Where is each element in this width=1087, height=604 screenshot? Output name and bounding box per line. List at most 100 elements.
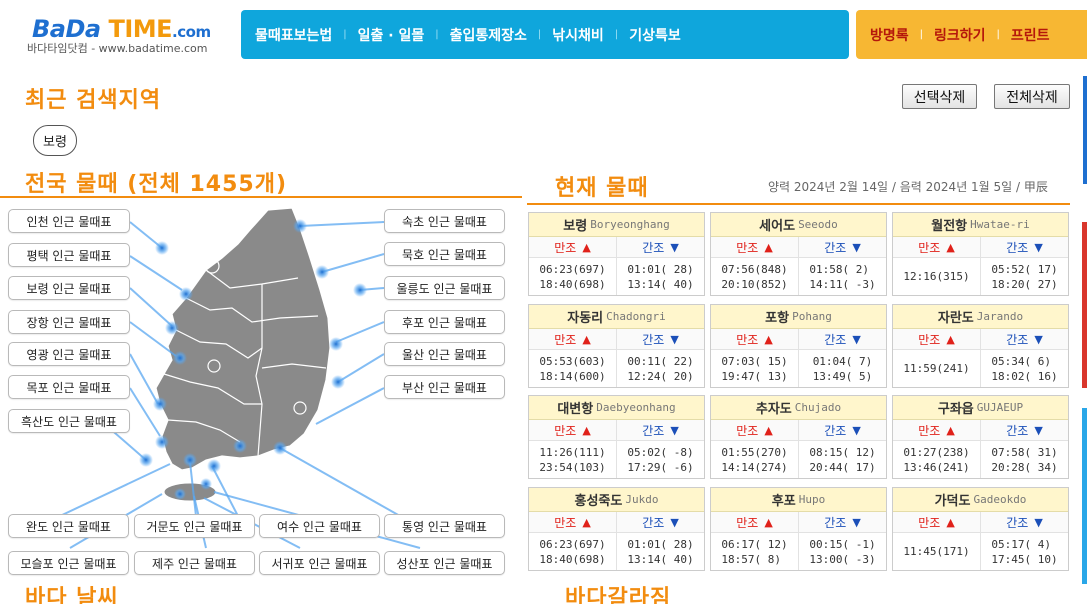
region-janghang-button[interactable]: 장항 인근 물때표 (8, 310, 130, 334)
low-tide-label: 간조 ▼ (980, 512, 1068, 532)
high-tide-times: 01:55(270) 14:14(274) (721, 445, 788, 474)
tide-card[interactable]: 월전항 Hwatae-ri 만조 ▲ 간조 ▼ 12:16(315) 05:52( 17) 1… (892, 212, 1069, 296)
region-sokcho-button[interactable]: 속초 인근 물때표 (384, 209, 505, 233)
region-yeosu-button[interactable]: 여수 인근 물때표 (259, 514, 380, 538)
nav-link[interactable]: 링크하기 (934, 25, 986, 45)
region-geomundo-button[interactable]: 거문도 인근 물때표 (134, 514, 255, 538)
region-hupo-button[interactable]: 후포 인근 물때표 (384, 310, 505, 334)
region-seongsanpo-button[interactable]: 성산포 인근 물때표 (384, 551, 505, 575)
low-tide-times: 05:52( 17) 18:20( 27) (980, 258, 1068, 295)
region-tongyeong-button[interactable]: 통영 인근 물때표 (384, 514, 505, 538)
region-mokpo-button[interactable]: 목포 인근 물때표 (8, 375, 130, 399)
region-ulsan-button[interactable]: 울산 인근 물때표 (384, 342, 505, 366)
region-moseulpo-button[interactable]: 모슬포 인근 물때표 (8, 551, 129, 575)
delete-all-button[interactable]: 전체삭제 (994, 84, 1070, 109)
tide-card[interactable]: 가덕도 Gadeokdo 만조 ▲ 간조 ▼ 11:45(171) 05:17( 4) 17:… (892, 487, 1069, 571)
nav-print[interactable]: 프린트 (1011, 25, 1050, 45)
low-tide-times: 08:15( 12) 20:44( 17) (798, 441, 886, 478)
nav-separator: | (996, 29, 1000, 40)
region-jeju-button[interactable]: 제주 인근 물때표 (134, 551, 255, 575)
up-arrow-icon: ▲ (946, 423, 955, 437)
main-nav: 물때표보는법 | 일출 · 일몰 | 출입통제장소 | 낚시채비 | 기상특보 (241, 10, 849, 59)
high-tide-label: 만조 ▲ (554, 515, 591, 530)
low-tide-label: 간조 ▼ (980, 237, 1068, 257)
region-seogwipo-button[interactable]: 서귀포 인근 물때표 (259, 551, 380, 575)
up-arrow-icon: ▲ (582, 515, 591, 529)
delete-selected-button[interactable]: 선택삭제 (902, 84, 977, 109)
nav-separator: | (919, 29, 924, 40)
high-tide-times: 11:26(111) 23:54(103) (539, 445, 606, 474)
nav-sunrise-sunset[interactable]: 일출 · 일몰 (358, 25, 425, 45)
tide-labels: 만조 ▲ 간조 ▼ (711, 512, 886, 533)
tide-card[interactable]: 추자도 Chujado 만조 ▲ 간조 ▼ 01:55(270) 14:14(274) 08:… (710, 395, 887, 479)
high-tide-label: 만조 ▲ (918, 423, 955, 438)
low-tide-label: 간조 ▼ (980, 420, 1068, 440)
up-arrow-icon: ▲ (946, 332, 955, 346)
region-wando-button[interactable]: 완도 인근 물때표 (8, 514, 129, 538)
station-name: 보령 (563, 219, 588, 234)
site-logo[interactable]: BaDa TIME.com 바다타임닷컴 - www.badatime.com (0, 9, 232, 59)
region-heuksando-button[interactable]: 흑산도 인근 물때표 (8, 409, 130, 433)
region-incheon-button[interactable]: 인천 인근 물때표 (8, 209, 130, 233)
station-english-name: Jarando (976, 310, 1024, 323)
down-arrow-icon: ▼ (1034, 240, 1043, 254)
region-mukho-button[interactable]: 묵호 인근 물때표 (384, 242, 505, 266)
region-busan-button[interactable]: 부산 인근 물때표 (384, 375, 505, 399)
region-yeonggwang-button[interactable]: 영광 인근 물때표 (8, 342, 130, 366)
station-name: 후포 (771, 494, 796, 509)
high-tide-label: 만조 ▲ (736, 515, 773, 530)
nav-separator: | (614, 29, 619, 40)
tide-values: 07:56(848) 20:10(852) 01:58( 2) 14:11( -3… (711, 258, 886, 295)
up-arrow-icon: ▲ (764, 240, 773, 254)
region-boryeong-button[interactable]: 보령 인근 물때표 (8, 276, 130, 300)
tide-card[interactable]: 후포 Hupo 만조 ▲ 간조 ▼ 06:17( 12) 18:57( 8) 00:15( -… (710, 487, 887, 571)
low-tide-times: 00:15( -1) 13:00( -3) (798, 533, 886, 570)
tide-card[interactable]: 자란도 Jarando 만조 ▲ 간조 ▼ 11:59(241) 05:34( 6) 18:0… (892, 304, 1069, 388)
tide-labels: 만조 ▲ 간조 ▼ (711, 329, 886, 350)
up-arrow-icon: ▲ (582, 423, 591, 437)
low-tide-label: 간조 ▼ (616, 420, 704, 440)
tide-card[interactable]: 대변항 Daebyeonhang 만조 ▲ 간조 ▼ 11:26(111) 23:54(10… (528, 395, 705, 479)
station-name: 대변항 (557, 402, 594, 417)
down-arrow-icon: ▼ (1034, 332, 1043, 346)
up-arrow-icon: ▲ (946, 240, 955, 254)
region-pyeongtaek-button[interactable]: 평택 인근 물때표 (8, 243, 130, 267)
nav-weather-alert[interactable]: 기상특보 (629, 25, 681, 45)
high-tide-times: 06:23(697) 18:40(698) (539, 537, 606, 566)
tide-card[interactable]: 포항 Pohang 만조 ▲ 간조 ▼ 07:03( 15) 19:47( 13) 01:04… (710, 304, 887, 388)
tide-labels: 만조 ▲ 간조 ▼ (529, 420, 704, 441)
tide-card-header: 홍성죽도 Jukdo (529, 488, 704, 512)
sea-weather-title: 바다 날씨 (25, 586, 119, 604)
high-tide-times: 01:27(238) 13:46(241) (903, 445, 970, 474)
station-name: 가덕도 (934, 494, 971, 509)
low-tide-times: 00:11( 22) 12:24( 20) (616, 350, 704, 387)
station-name: 월전항 (931, 219, 968, 234)
tide-card[interactable]: 홍성죽도 Jukdo 만조 ▲ 간조 ▼ 06:23(697) 18:40(698) 01:0… (528, 487, 705, 571)
nav-guestbook[interactable]: 방명록 (870, 25, 909, 45)
sea-parting-title: 바다갈라짐 (565, 586, 672, 604)
tide-card[interactable]: 보령 Boryeonghang 만조 ▲ 간조 ▼ 06:23(697) 18:40(698… (528, 212, 705, 296)
tide-values: 01:55(270) 14:14(274) 08:15( 12) 20:44( 1… (711, 441, 886, 478)
tide-labels: 만조 ▲ 간조 ▼ (529, 329, 704, 350)
edge-strip (1083, 76, 1087, 184)
tide-card[interactable]: 구좌읍 GUJAEUP 만조 ▲ 간조 ▼ 01:27(238) 13:46(241) 07:… (892, 395, 1069, 479)
nav-tide-guide[interactable]: 물때표보는법 (255, 25, 332, 45)
low-tide-label: 간조 ▼ (798, 237, 886, 257)
low-tide-times: 05:02( -8) 17:29( -6) (616, 441, 704, 478)
tide-card[interactable]: 자동리 Chadongri 만조 ▲ 간조 ▼ 05:53(603) 18:14(600) 0… (528, 304, 705, 388)
nav-fishing-gear[interactable]: 낚시채비 (552, 25, 604, 45)
high-tide-label: 만조 ▲ (736, 240, 773, 255)
nav-restricted-areas[interactable]: 출입통제장소 (450, 25, 527, 45)
station-english-name: Seeodo (798, 218, 838, 231)
up-arrow-icon: ▲ (764, 423, 773, 437)
region-ulleungdo-button[interactable]: 울릉도 인근 물때표 (384, 276, 505, 300)
recent-search-title: 최근 검색지역 (25, 88, 162, 113)
tide-labels: 만조 ▲ 간조 ▼ (893, 237, 1068, 258)
tide-values: 05:53(603) 18:14(600) 00:11( 22) 12:24( 2… (529, 350, 704, 387)
tide-card[interactable]: 세어도 Seeodo 만조 ▲ 간조 ▼ 07:56(848) 20:10(852) 01:5… (710, 212, 887, 296)
down-arrow-icon: ▼ (852, 332, 861, 346)
tide-labels: 만조 ▲ 간조 ▼ (529, 237, 704, 258)
high-tide-times: 07:03( 15) 19:47( 13) (721, 354, 788, 383)
recent-search-chip[interactable]: 보령 (33, 125, 77, 156)
low-tide-label: 간조 ▼ (616, 329, 704, 349)
